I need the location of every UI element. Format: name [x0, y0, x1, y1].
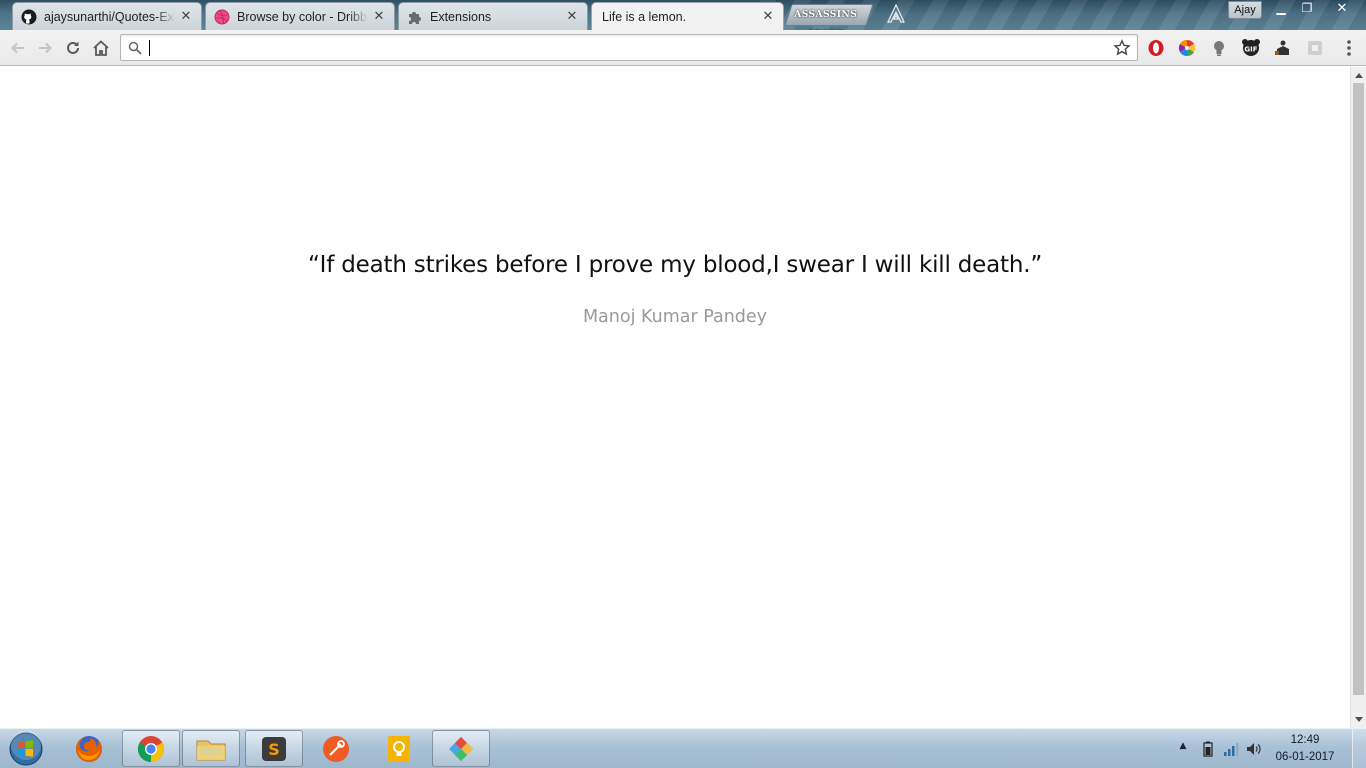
- address-input[interactable]: [147, 38, 1097, 58]
- tab-dribbble[interactable]: Browse by color - Dribbb ✕: [205, 2, 395, 30]
- windows-logo-icon: [9, 731, 43, 766]
- search-icon: [128, 41, 142, 55]
- scrollbar-thumb[interactable]: [1353, 83, 1364, 695]
- tab-life-is-a-lemon[interactable]: Life is a lemon. ✕: [591, 2, 784, 30]
- tab-github[interactable]: ajaysunarthi/Quotes-Exte ✕: [12, 2, 202, 30]
- browser-toolbar: GIF: [0, 30, 1366, 66]
- forward-arrow-icon: [39, 42, 52, 54]
- svg-text:S: S: [268, 740, 280, 759]
- tab-title: Extensions: [430, 9, 492, 24]
- lightbulb-icon[interactable]: [1209, 38, 1229, 58]
- quote-author: Manoj Kumar Pandey: [582, 307, 768, 327]
- assassins-creed-symbol-icon: [887, 4, 905, 23]
- taskbar-clock-time[interactable]: 12:49: [1272, 734, 1338, 746]
- address-bar[interactable]: [120, 34, 1138, 61]
- volume-icon[interactable]: [1245, 740, 1263, 758]
- reload-icon: [67, 41, 79, 54]
- dribbble-icon: [214, 9, 230, 25]
- home-icon: [93, 40, 109, 56]
- home-button[interactable]: [89, 36, 113, 60]
- color-wheel-icon[interactable]: [1177, 38, 1197, 58]
- taskbar-sublime-text[interactable]: S: [245, 730, 303, 767]
- tab-title: ajaysunarthi/Quotes-Exte: [44, 9, 175, 24]
- puzzle-gray-icon[interactable]: [1305, 38, 1325, 58]
- new-tab-button[interactable]: ASSASSINS CREED: [784, 4, 874, 26]
- tab-title: Life is a lemon.: [602, 10, 687, 24]
- tab-title: Browse by color - Dribbb: [237, 9, 368, 24]
- chrome-icon: [137, 735, 165, 762]
- close-window-button[interactable]: ✕: [1326, 0, 1358, 18]
- scroll-up-arrow-icon[interactable]: [1351, 67, 1366, 83]
- taskbar-chrome[interactable]: [122, 730, 180, 767]
- taskbar-gitkraken[interactable]: [432, 730, 490, 767]
- page-viewport: “If death strikes before I prove my bloo…: [0, 67, 1350, 728]
- show-hidden-icons-icon[interactable]: ▲: [1176, 741, 1190, 755]
- puzzle-icon: [407, 9, 423, 25]
- sublime-text-icon: S: [262, 736, 286, 761]
- svg-text:GIF: GIF: [1244, 46, 1257, 54]
- start-button[interactable]: [6, 731, 46, 767]
- battery-icon[interactable]: [1199, 740, 1217, 758]
- gif-icon[interactable]: GIF: [1241, 38, 1261, 58]
- browser-titlebar: ajaysunarthi/Quotes-Exte ✕ Browse by col…: [0, 0, 1366, 30]
- theme-logo: ASSASSINS CREED: [794, 10, 858, 20]
- keep-icon: [388, 735, 410, 762]
- network-signal-icon[interactable]: [1222, 740, 1240, 758]
- text-caret: [149, 40, 150, 56]
- show-desktop-button[interactable]: [1352, 729, 1366, 768]
- figure-icon[interactable]: [1273, 38, 1293, 58]
- profile-button[interactable]: Ajay: [1228, 1, 1262, 19]
- opera-icon[interactable]: [1146, 38, 1166, 58]
- windows-taskbar: S ▲ 12:49 06-01-2017: [0, 728, 1366, 768]
- taskbar-file-explorer[interactable]: [182, 730, 240, 767]
- reload-button[interactable]: [61, 36, 85, 60]
- tab-close-icon[interactable]: ✕: [565, 9, 579, 24]
- tab-close-icon[interactable]: ✕: [761, 10, 775, 24]
- tab-extensions[interactable]: Extensions ✕: [398, 2, 588, 30]
- forward-button[interactable]: [33, 36, 57, 60]
- tab-close-icon[interactable]: ✕: [372, 9, 386, 24]
- vertical-scrollbar[interactable]: [1350, 67, 1366, 728]
- quote-text: “If death strikes before I prove my bloo…: [307, 252, 1043, 278]
- github-icon: [21, 9, 37, 25]
- postman-icon: [323, 735, 349, 762]
- gitkraken-icon: [449, 736, 473, 761]
- taskbar-postman[interactable]: [307, 730, 365, 767]
- back-button[interactable]: [6, 36, 30, 60]
- tab-close-icon[interactable]: ✕: [179, 9, 193, 24]
- taskbar-clock-date[interactable]: 06-01-2017: [1272, 751, 1338, 763]
- menu-icon[interactable]: [1339, 38, 1359, 58]
- file-explorer-icon: [196, 740, 226, 760]
- bookmark-star-icon[interactable]: [1113, 39, 1131, 57]
- taskbar-firefox[interactable]: [60, 730, 118, 767]
- maximize-button[interactable]: ❐: [1294, 0, 1320, 18]
- back-arrow-icon: [11, 42, 24, 54]
- taskbar-keep[interactable]: [370, 730, 428, 767]
- scroll-down-arrow-icon[interactable]: [1351, 712, 1366, 728]
- minimize-button[interactable]: ▁: [1268, 0, 1294, 18]
- firefox-icon: [76, 735, 102, 762]
